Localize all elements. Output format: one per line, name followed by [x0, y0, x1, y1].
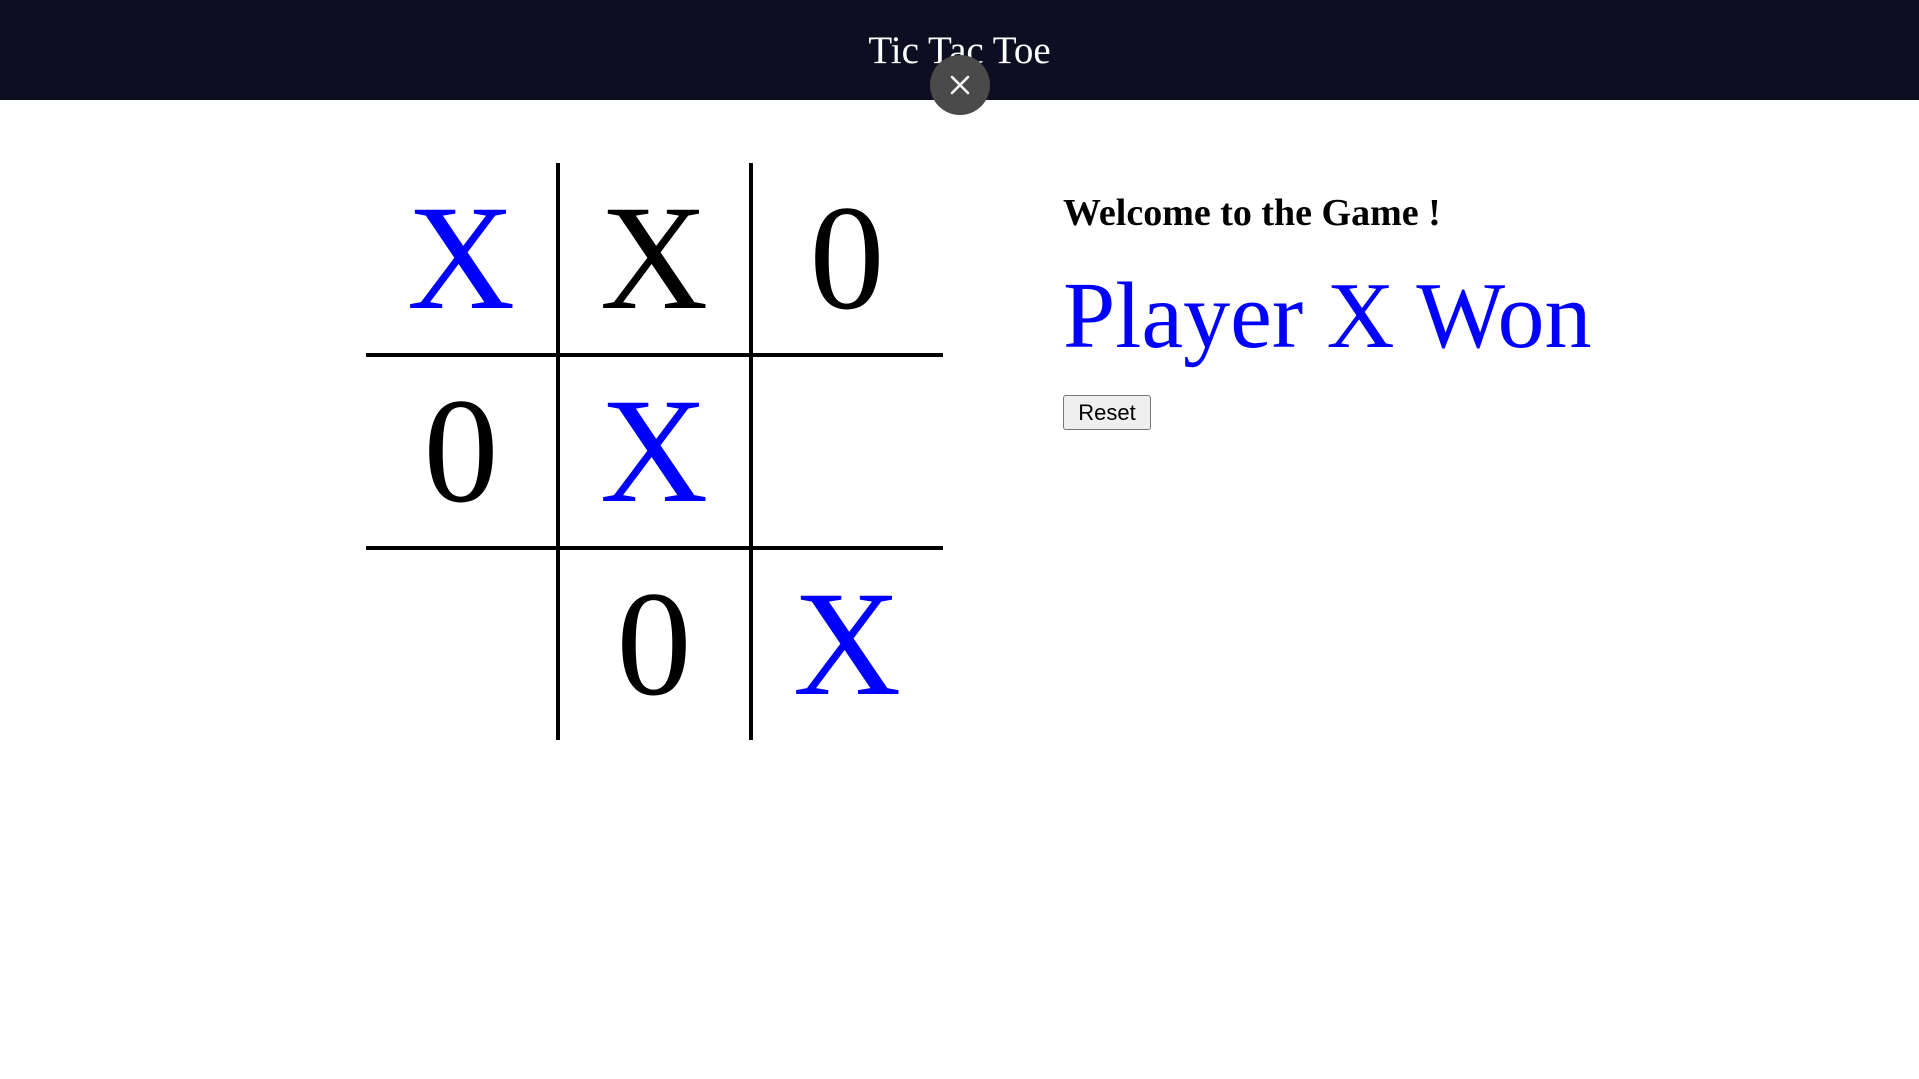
cell-mark: 0 — [423, 368, 499, 534]
cell-mark: X — [792, 561, 902, 727]
board-cell[interactable]: 0 — [366, 356, 556, 546]
welcome-heading: Welcome to the Game ! — [1063, 192, 1441, 234]
board-cell[interactable]: 0 — [752, 163, 942, 353]
reset-button[interactable]: Reset — [1063, 395, 1151, 430]
board-cell[interactable]: 0 — [559, 549, 749, 739]
board-cell[interactable]: X — [559, 356, 749, 546]
cell-mark: X — [599, 175, 709, 341]
board-cell[interactable]: X — [752, 549, 942, 739]
board-cell[interactable]: X — [366, 163, 556, 353]
cell-mark: X — [599, 368, 709, 534]
game-board: X X 0 0 X 0 X — [366, 163, 943, 740]
board-cell[interactable] — [366, 549, 556, 739]
close-button[interactable] — [930, 55, 990, 115]
game-status: Player X Won — [1063, 264, 1592, 368]
cell-mark: X — [406, 175, 516, 341]
cell-mark: 0 — [809, 175, 885, 341]
board-cell[interactable]: X — [559, 163, 749, 353]
board-cell[interactable] — [752, 356, 942, 546]
cell-mark: 0 — [616, 561, 692, 727]
close-icon — [950, 75, 970, 95]
